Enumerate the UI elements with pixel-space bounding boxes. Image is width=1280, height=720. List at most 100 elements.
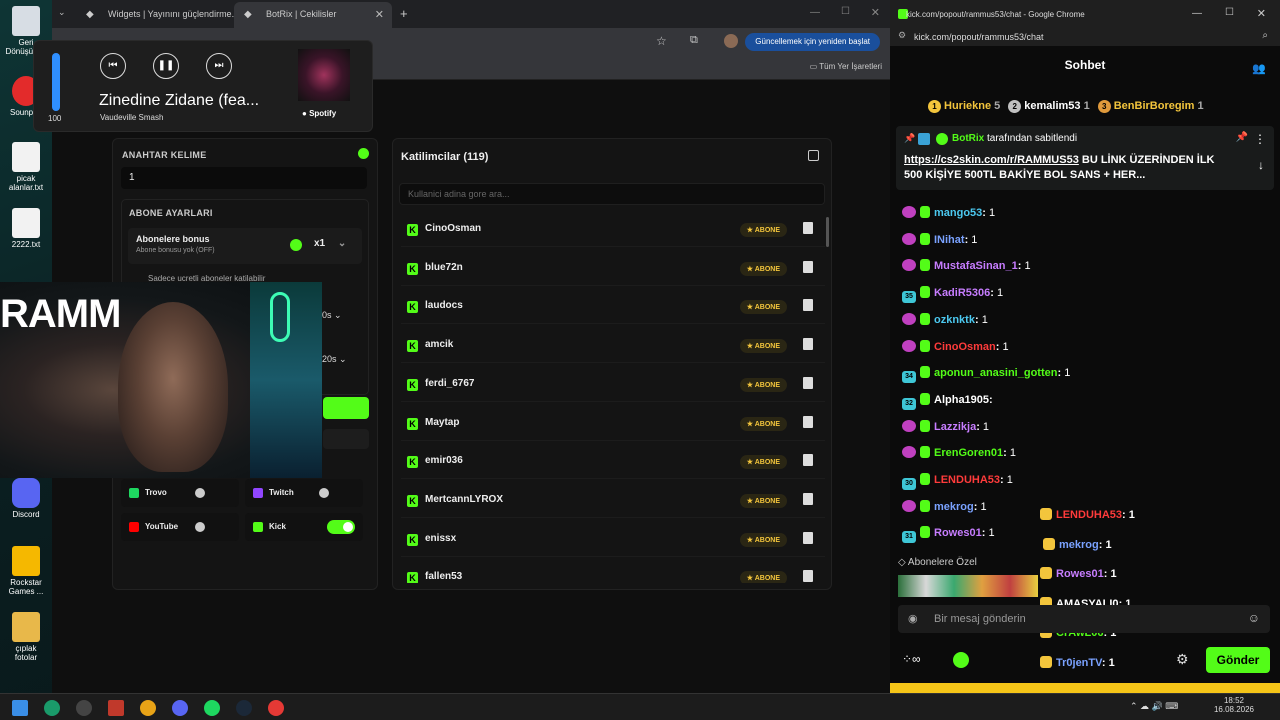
minimize-button[interactable]: — (810, 7, 820, 18)
multiplier-select[interactable]: x1 ⌄ (314, 238, 346, 249)
more-options-icon[interactable]: ⋮ (1254, 132, 1266, 146)
trash-icon[interactable] (803, 492, 813, 505)
chat-username[interactable]: MustafaSinan_1 (934, 260, 1018, 272)
chat-username[interactable]: mekrog (934, 501, 974, 513)
chat-username[interactable]: KadiR5306 (934, 287, 990, 299)
trash-icon[interactable] (803, 260, 813, 273)
top-gifter[interactable]: 1 Huriekne 5 (928, 100, 1000, 113)
expand-icon[interactable]: ↓ (1258, 158, 1264, 172)
chat-username[interactable]: aponun_anasini_gotten (934, 367, 1057, 379)
system-tray-icons[interactable]: ⌃ ☁ 🔊 ⌨ (1130, 701, 1178, 712)
toggle-switch[interactable] (317, 486, 345, 500)
send-button[interactable]: Gönder (1206, 647, 1270, 673)
previous-track-button[interactable]: ⏮ (100, 53, 126, 79)
new-tab-button[interactable]: + (400, 6, 408, 21)
rockstar-icon[interactable]: Rockstar Games ... (4, 546, 48, 596)
volume-slider[interactable] (52, 53, 60, 111)
chat-username[interactable]: LENDUHA53 (934, 474, 1000, 486)
top-gifter[interactable]: 2 kemalim53 1 (1008, 100, 1090, 113)
update-button[interactable]: Güncellemek için yeniden başlat (745, 33, 880, 51)
toggle-knob (343, 522, 353, 532)
clock[interactable]: 18:52 16.08.2026 (1206, 696, 1262, 714)
chat-message: MustafaSinan_1: 1 (902, 259, 1031, 272)
unpin-icon[interactable]: 📌 (1236, 132, 1248, 143)
avatar[interactable] (724, 34, 738, 48)
toggle-switch[interactable] (193, 520, 221, 534)
all-bookmarks[interactable]: ▭ Tüm Yer İşaretleri (810, 62, 882, 71)
trash-icon[interactable] (803, 415, 813, 428)
chat-username[interactable]: INihat (934, 234, 965, 246)
discord-icon[interactable]: Discord (4, 478, 48, 519)
chat-input[interactable]: ◉ Bir mesaj gönderin ☺ (898, 605, 1270, 633)
tab-widgets[interactable]: ◆ Widgets | Yayınını güçlendirme... ✕ (76, 2, 258, 28)
folder-icon[interactable]: çıplak fotolar (4, 612, 48, 662)
chat-username[interactable]: Alpha1905 (934, 394, 989, 406)
info-icon[interactable] (358, 148, 369, 159)
extensions-icon[interactable]: ⧉ (690, 34, 698, 47)
text-file-icon[interactable]: picak alanlar.txt (4, 142, 48, 192)
kick-icon[interactable] (953, 652, 969, 668)
trash-icon[interactable] (803, 531, 813, 544)
platform-toggle-kick: Kick (245, 513, 363, 541)
scrollbar[interactable] (826, 217, 829, 247)
start-icon[interactable] (12, 700, 28, 716)
start-button[interactable] (323, 397, 369, 419)
close-window-button[interactable]: ✕ (1257, 7, 1266, 20)
tab-search-icon[interactable]: ⌄ (58, 7, 66, 18)
trash-icon[interactable] (803, 570, 813, 583)
app-icon[interactable] (44, 700, 60, 716)
pinned-link[interactable]: https://cs2skin.com/r/RAMMUS53 (904, 154, 1079, 166)
site-settings-icon[interactable]: ⚙ (898, 30, 906, 41)
toggle-switch[interactable] (193, 486, 221, 500)
trash-icon[interactable] (803, 338, 813, 351)
subscriber-badge-icon (902, 419, 916, 432)
star-icon[interactable]: ☆ (656, 34, 667, 48)
discord-icon[interactable] (172, 700, 188, 716)
keyword-input[interactable]: 1 (121, 167, 367, 189)
top-gifter[interactable]: 3 BenBirBoregim 1 (1097, 100, 1204, 113)
url-bar[interactable]: ⚙ kick.com/popout/rammus53/chat ⌕ (890, 28, 1280, 46)
zoom-icon[interactable]: ⌕ (1262, 30, 1268, 41)
voicemeeter-icon[interactable] (108, 700, 124, 716)
trash-icon[interactable] (803, 299, 813, 312)
copy-icon[interactable] (808, 150, 819, 161)
kick-favicon-icon: ◆ (86, 9, 94, 20)
trash-icon[interactable] (803, 376, 813, 389)
participant-search-input[interactable]: Kullanici adina gore ara... (399, 183, 825, 205)
text-file-icon[interactable]: 2222.txt (4, 208, 48, 249)
duration-select-2[interactable]: 20s ⌄ (322, 354, 347, 365)
tab-bar: ⌄ ◆ Widgets | Yayınını güçlendirme... ✕ … (52, 0, 890, 28)
maximize-button[interactable]: ☐ (1225, 7, 1234, 18)
minimize-button[interactable]: — (1192, 8, 1202, 19)
emote-row[interactable] (898, 575, 1038, 597)
info-icon[interactable] (290, 239, 302, 251)
media-player-icon[interactable] (268, 700, 284, 716)
chrome-icon[interactable] (140, 700, 156, 716)
chat-username[interactable]: mango53 (934, 207, 982, 219)
infinity-icon[interactable]: ⁘∞ (902, 652, 921, 666)
chat-username[interactable]: Rowes01 (934, 527, 982, 539)
toggle-switch[interactable] (327, 520, 355, 534)
chat-username[interactable]: CinoOsman (934, 341, 996, 353)
spotify-icon[interactable] (204, 700, 220, 716)
trash-icon[interactable] (803, 222, 813, 234)
close-window-button[interactable]: ✕ (871, 6, 880, 19)
chat-username[interactable]: Lazzikja (934, 421, 976, 433)
pause-button[interactable]: ❚❚ (153, 53, 179, 79)
tab-botrix[interactable]: ◆ BotRix | Cekilisler ✕ (234, 2, 392, 28)
chat-username[interactable]: ErenGoren01 (934, 447, 1003, 459)
steam-icon[interactable] (236, 700, 252, 716)
next-track-button[interactable]: ⏭ (206, 53, 232, 79)
maximize-button[interactable]: ☐ (841, 6, 850, 17)
users-icon[interactable]: 👥 (1252, 62, 1266, 75)
participant-row: Kemir036 ★ ABONE (401, 445, 825, 480)
secondary-button[interactable] (323, 429, 369, 449)
emoji-icon[interactable]: ☺ (1248, 611, 1260, 625)
app-icon[interactable] (76, 700, 92, 716)
settings-gear-icon[interactable]: ⚙ (1176, 651, 1189, 668)
chat-username[interactable]: ozknktk (934, 314, 975, 326)
trash-icon[interactable] (803, 454, 813, 467)
media-flyout: 100 ⏮ ❚❚ ⏭ Zinedine Zidane (fea... Vaude… (33, 40, 373, 132)
duration-select-1[interactable]: 0s ⌄ (322, 310, 342, 321)
close-icon[interactable]: ✕ (375, 8, 384, 21)
